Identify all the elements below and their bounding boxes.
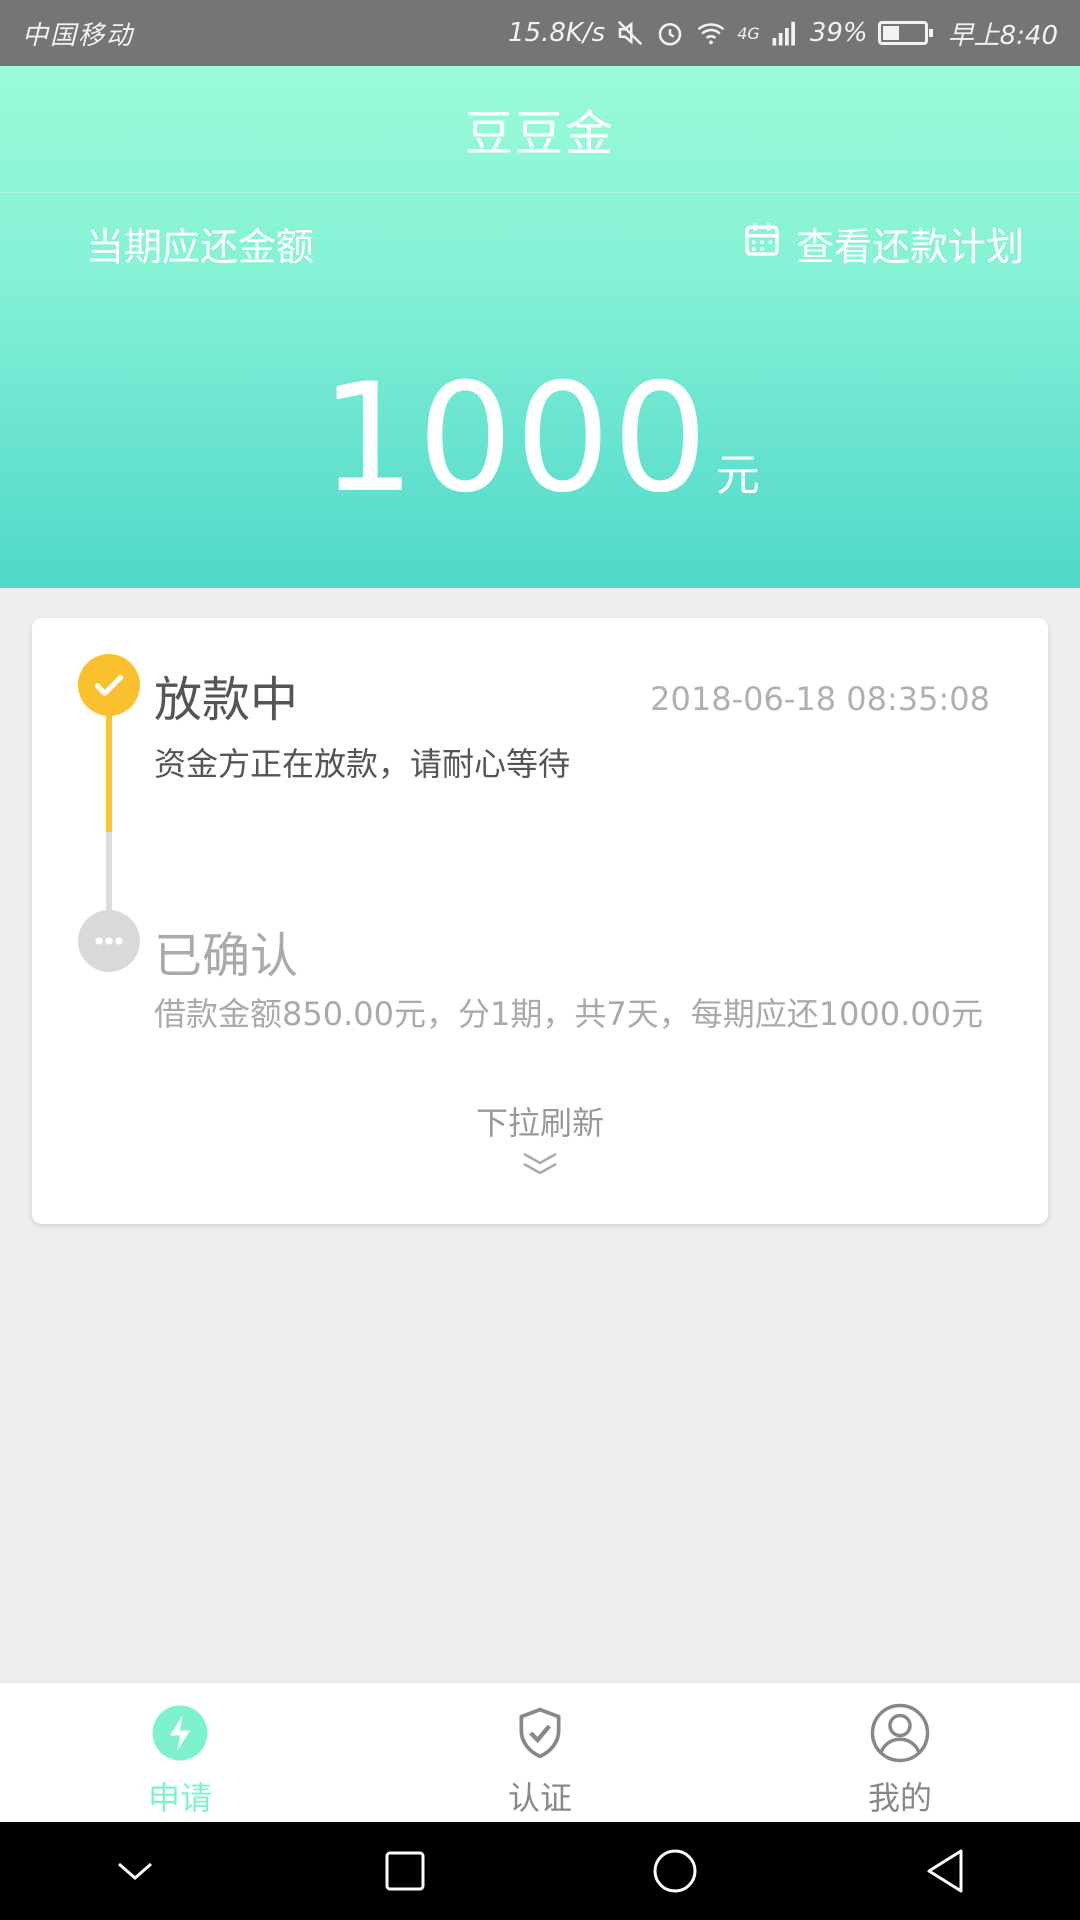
repayment-plan-link[interactable]: 查看还款计划 <box>742 216 1024 271</box>
back-button[interactable] <box>905 1831 985 1911</box>
title-divider <box>0 192 1080 193</box>
app-title: 豆豆金 <box>464 106 615 162</box>
double-chevron-down-icon <box>520 1148 560 1182</box>
bottom-nav: 申请 认证 我的 <box>0 1682 1080 1823</box>
pull-to-refresh-hint: 下拉刷新 <box>475 1104 604 1142</box>
circle-icon <box>653 1849 697 1893</box>
repayment-plan-label: 查看还款计划 <box>795 225 1024 269</box>
status-bar: 中国移动 15.8K/s 4G 39% 早上8:40 <box>0 0 1080 66</box>
triangle-back-icon <box>927 1849 963 1893</box>
battery-icon <box>877 21 933 45</box>
loan-status-card: 放款中 2018-06-18 08:35:08 资金方正在放款，请耐心等待 已确… <box>32 618 1048 1224</box>
nav-item-mine[interactable]: 我的 <box>720 1683 1080 1823</box>
hide-keyboard-button[interactable] <box>95 1831 175 1911</box>
check-circle-icon <box>78 654 140 716</box>
due-amount-label: 当期应还金额 <box>86 225 315 269</box>
more-dots-icon <box>78 910 140 972</box>
calendar-icon <box>742 219 782 268</box>
due-amount: 1000 元 <box>0 352 1080 526</box>
step-title-disbursing: 放款中 <box>154 672 299 728</box>
alarm-icon <box>655 18 685 48</box>
battery-percent: 39% <box>809 18 868 48</box>
chevron-down-icon <box>118 1862 152 1880</box>
nav-item-apply[interactable]: 申请 <box>0 1683 360 1823</box>
step-description-disbursing: 资金方正在放款，请耐心等待 <box>154 745 571 783</box>
status-icons: 15.8K/s 4G 39% 早上8:40 <box>508 15 1058 52</box>
home-button[interactable] <box>635 1831 715 1911</box>
nav-label-verify: 认证 <box>507 1779 572 1817</box>
nav-item-verify[interactable]: 认证 <box>360 1683 720 1823</box>
carrier-label: 中国移动 <box>22 20 135 51</box>
nav-label-apply: 申请 <box>147 1779 212 1817</box>
step-description-confirmed: 借款金额850.00元，分1期，共7天，每期应还1000.00元 <box>154 995 984 1033</box>
header: 豆豆金 当期应还金额 查看还款计划 1000 元 <box>0 66 1080 588</box>
screen: 中国移动 15.8K/s 4G 39% 早上8:40 豆豆金 当期应还金额 查看… <box>0 0 1080 1920</box>
timeline-connector-done <box>106 714 112 832</box>
timeline-connector-pending <box>106 832 112 912</box>
lightning-icon <box>150 1703 210 1763</box>
step-timestamp: 2018-06-18 08:35:08 <box>650 680 990 718</box>
system-nav-bar <box>0 1822 1080 1920</box>
nav-label-mine: 我的 <box>867 1779 932 1817</box>
shield-check-icon <box>510 1703 570 1763</box>
step-title-confirmed: 已确认 <box>154 928 299 984</box>
network-type: 4G <box>737 23 760 43</box>
recent-apps-button[interactable] <box>365 1831 445 1911</box>
wifi-icon <box>695 18 727 48</box>
due-amount-value: 1000 <box>320 352 710 526</box>
network-speed: 15.8K/s <box>507 18 606 48</box>
mute-icon <box>615 18 645 48</box>
clock: 早上8:40 <box>947 20 1058 51</box>
signal-icon <box>770 18 800 48</box>
user-icon <box>870 1703 930 1763</box>
square-icon <box>385 1851 425 1891</box>
due-amount-unit: 元 <box>715 450 760 501</box>
